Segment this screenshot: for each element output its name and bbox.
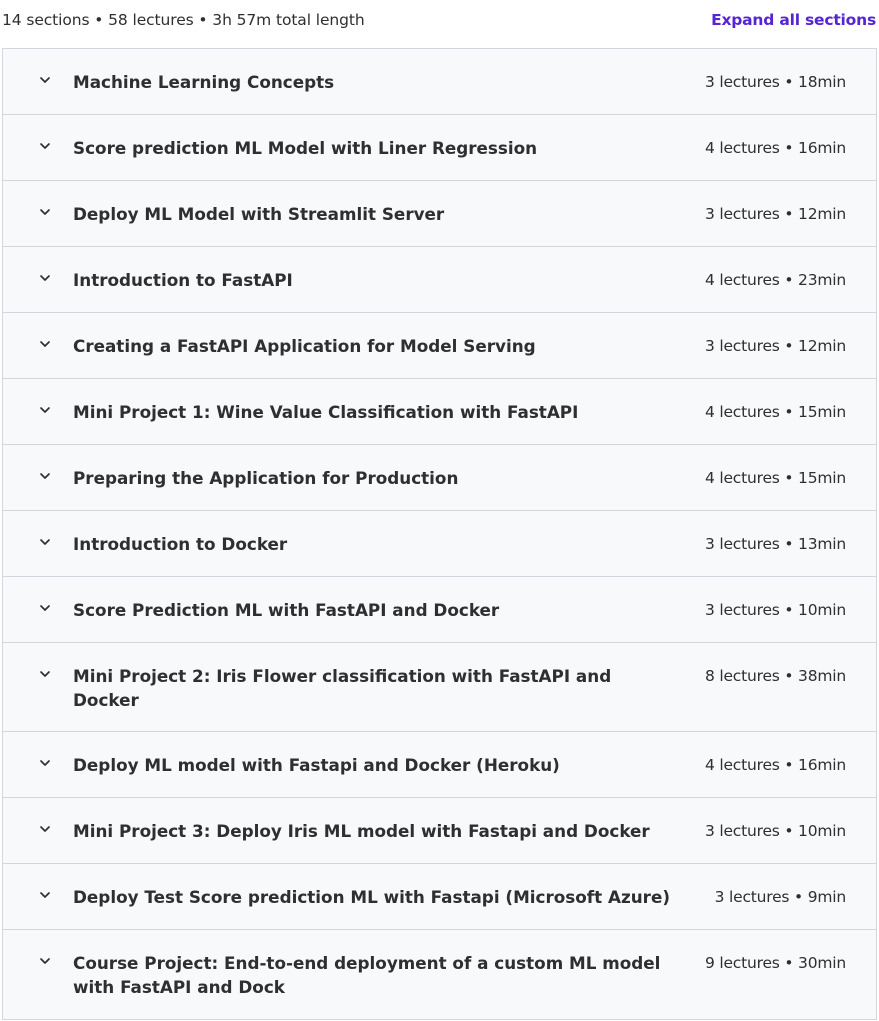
section-meta: 8 lectures • 38min xyxy=(704,667,846,685)
expand-all-sections-button[interactable]: Expand all sections xyxy=(711,11,876,29)
chevron-down-icon xyxy=(38,73,52,87)
chevron-down-icon xyxy=(38,601,52,615)
chevron-down-icon xyxy=(38,667,52,681)
section-row[interactable]: Course Project: End-to-end deployment of… xyxy=(3,930,876,1020)
chevron-down-icon xyxy=(38,271,52,285)
section-title: Deploy ML model with Fastapi and Docker … xyxy=(73,755,560,775)
chevron-down-icon xyxy=(38,888,52,902)
chevron-down-icon xyxy=(38,535,52,549)
section-row[interactable]: Score Prediction ML with FastAPI and Doc… xyxy=(3,577,876,643)
section-title: Score prediction ML Model with Liner Reg… xyxy=(73,138,538,158)
section-title: Machine Learning Concepts xyxy=(73,72,335,92)
chevron-down-icon xyxy=(38,469,52,483)
section-meta: 9 lectures • 30min xyxy=(704,954,846,972)
section-title: Score Prediction ML with FastAPI and Doc… xyxy=(73,600,500,620)
chevron-down-icon xyxy=(38,205,52,219)
section-row[interactable]: Deploy ML Model with Streamlit Server 3 … xyxy=(3,181,876,247)
curriculum-summary-bar: 14 sections • 58 lectures • 3h 57m total… xyxy=(0,0,879,44)
section-row[interactable]: Machine Learning Concepts 3 lectures • 1… xyxy=(3,49,876,115)
section-row[interactable]: Introduction to Docker 3 lectures • 13mi… xyxy=(3,511,876,577)
section-title: Mini Project 1: Wine Value Classificatio… xyxy=(73,402,579,422)
section-title: Deploy ML Model with Streamlit Server xyxy=(73,204,445,224)
chevron-down-icon xyxy=(38,756,52,770)
section-title: Creating a FastAPI Application for Model… xyxy=(73,336,536,356)
section-title: Mini Project 3: Deploy Iris ML model wit… xyxy=(73,821,650,841)
curriculum-summary: 14 sections • 58 lectures • 3h 57m total… xyxy=(2,11,365,29)
section-meta: 3 lectures • 13min xyxy=(704,535,846,553)
chevron-down-icon xyxy=(38,337,52,351)
section-row[interactable]: Mini Project 1: Wine Value Classificatio… xyxy=(3,379,876,445)
section-row[interactable]: Mini Project 3: Deploy Iris ML model wit… xyxy=(3,798,876,864)
section-meta: 3 lectures • 10min xyxy=(704,601,846,619)
section-meta: 4 lectures • 16min xyxy=(704,756,846,774)
section-row[interactable]: Deploy Test Score prediction ML with Fas… xyxy=(3,864,876,930)
section-row[interactable]: Mini Project 2: Iris Flower classificati… xyxy=(3,643,876,732)
section-title: Introduction to Docker xyxy=(73,534,288,554)
section-title: Preparing the Application for Production xyxy=(73,468,459,488)
chevron-down-icon xyxy=(38,403,52,417)
curriculum-section-list: Machine Learning Concepts 3 lectures • 1… xyxy=(2,48,877,1020)
section-title: Deploy Test Score prediction ML with Fas… xyxy=(73,887,671,907)
section-meta: 3 lectures • 18min xyxy=(704,73,846,91)
section-row[interactable]: Score prediction ML Model with Liner Reg… xyxy=(3,115,876,181)
section-row[interactable]: Introduction to FastAPI 4 lectures • 23m… xyxy=(3,247,876,313)
section-meta: 3 lectures • 10min xyxy=(704,822,846,840)
section-title: Mini Project 2: Iris Flower classificati… xyxy=(73,666,612,710)
section-meta: 3 lectures • 12min xyxy=(704,337,846,355)
section-title: Introduction to FastAPI xyxy=(73,270,293,290)
section-row[interactable]: Creating a FastAPI Application for Model… xyxy=(3,313,876,379)
section-meta: 4 lectures • 23min xyxy=(704,271,846,289)
section-meta: 4 lectures • 16min xyxy=(704,139,846,157)
section-meta: 3 lectures • 12min xyxy=(704,205,846,223)
section-meta: 4 lectures • 15min xyxy=(704,469,846,487)
chevron-down-icon xyxy=(38,822,52,836)
chevron-down-icon xyxy=(38,954,52,968)
section-row[interactable]: Deploy ML model with Fastapi and Docker … xyxy=(3,732,876,798)
section-title: Course Project: End-to-end deployment of… xyxy=(73,953,661,997)
section-row[interactable]: Preparing the Application for Production… xyxy=(3,445,876,511)
chevron-down-icon xyxy=(38,139,52,153)
section-meta: 4 lectures • 15min xyxy=(704,403,846,421)
section-meta: 3 lectures • 9min xyxy=(714,888,847,906)
